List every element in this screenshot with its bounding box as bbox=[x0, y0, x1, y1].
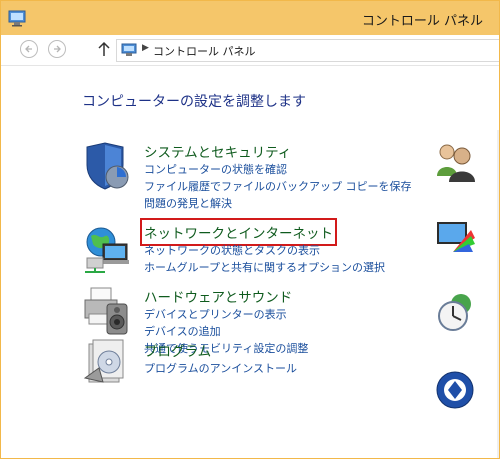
clock-globe-icon[interactable] bbox=[435, 292, 475, 332]
category-links: ネットワークの状態とタスクの表示 ホームグループと共有に関するオプションの選択 bbox=[144, 242, 385, 276]
back-button[interactable] bbox=[20, 40, 38, 58]
page-title: コンピューターの設定を調整します bbox=[82, 94, 306, 110]
arrow-left-icon bbox=[25, 45, 32, 53]
arrow-right-icon bbox=[54, 45, 61, 53]
shield-icon bbox=[86, 142, 129, 190]
category-title-system-security[interactable]: システムとセキュリティ bbox=[144, 141, 291, 161]
link-troubleshoot[interactable]: 問題の発見と解決 bbox=[144, 195, 412, 212]
control-panel-icon bbox=[8, 10, 26, 27]
link-file-history-backup[interactable]: ファイル履歴でファイルのバックアップ コピーを保存 bbox=[144, 178, 412, 195]
link-add-device[interactable]: デバイスの追加 bbox=[144, 323, 308, 340]
control-panel-icon bbox=[121, 43, 137, 56]
link-check-status[interactable]: コンピューターの状態を確認 bbox=[144, 161, 412, 178]
network-globe-icon bbox=[85, 227, 129, 273]
address-bar: ▶ コントロール パネル bbox=[1, 35, 499, 65]
link-uninstall-program[interactable]: プログラムのアンインストール bbox=[144, 360, 297, 377]
scrollbar[interactable] bbox=[497, 130, 499, 458]
programs-icon bbox=[83, 339, 124, 383]
main-content: コンピューターの設定を調整します システムとセキュリティ コンピューターの状態を… bbox=[1, 65, 499, 458]
category-title-programs[interactable]: プログラム bbox=[144, 340, 211, 360]
ease-of-access-icon[interactable] bbox=[435, 370, 475, 410]
forward-button[interactable] bbox=[48, 40, 66, 58]
breadcrumb[interactable]: コントロール パネル bbox=[153, 43, 256, 59]
title-bar: コントロール パネル bbox=[1, 1, 499, 35]
printer-speaker-icon bbox=[84, 287, 128, 335]
chevron-right-icon[interactable]: ▶ bbox=[142, 43, 149, 53]
address-field[interactable]: ▶ コントロール パネル bbox=[116, 39, 499, 62]
display-color-icon[interactable] bbox=[435, 218, 475, 258]
category-title-hardware-sound[interactable]: ハードウェアとサウンド bbox=[144, 286, 292, 306]
up-arrow-icon[interactable] bbox=[97, 41, 111, 57]
link-devices-printers[interactable]: デバイスとプリンターの表示 bbox=[144, 306, 308, 323]
link-homegroup-sharing[interactable]: ホームグループと共有に関するオプションの選択 bbox=[144, 259, 385, 276]
control-panel-window: コントロール パネル ▶ コントロール パネル コンピューターの設定を調整します… bbox=[0, 0, 500, 459]
users-icon[interactable] bbox=[435, 142, 475, 182]
window-title: コントロール パネル bbox=[361, 14, 483, 29]
link-network-status-tasks[interactable]: ネットワークの状態とタスクの表示 bbox=[144, 242, 385, 259]
category-links: プログラムのアンインストール bbox=[144, 360, 297, 377]
category-title-network-internet[interactable]: ネットワークとインターネット bbox=[140, 218, 337, 246]
category-links: コンピューターの状態を確認 ファイル履歴でファイルのバックアップ コピーを保存 … bbox=[144, 161, 412, 212]
